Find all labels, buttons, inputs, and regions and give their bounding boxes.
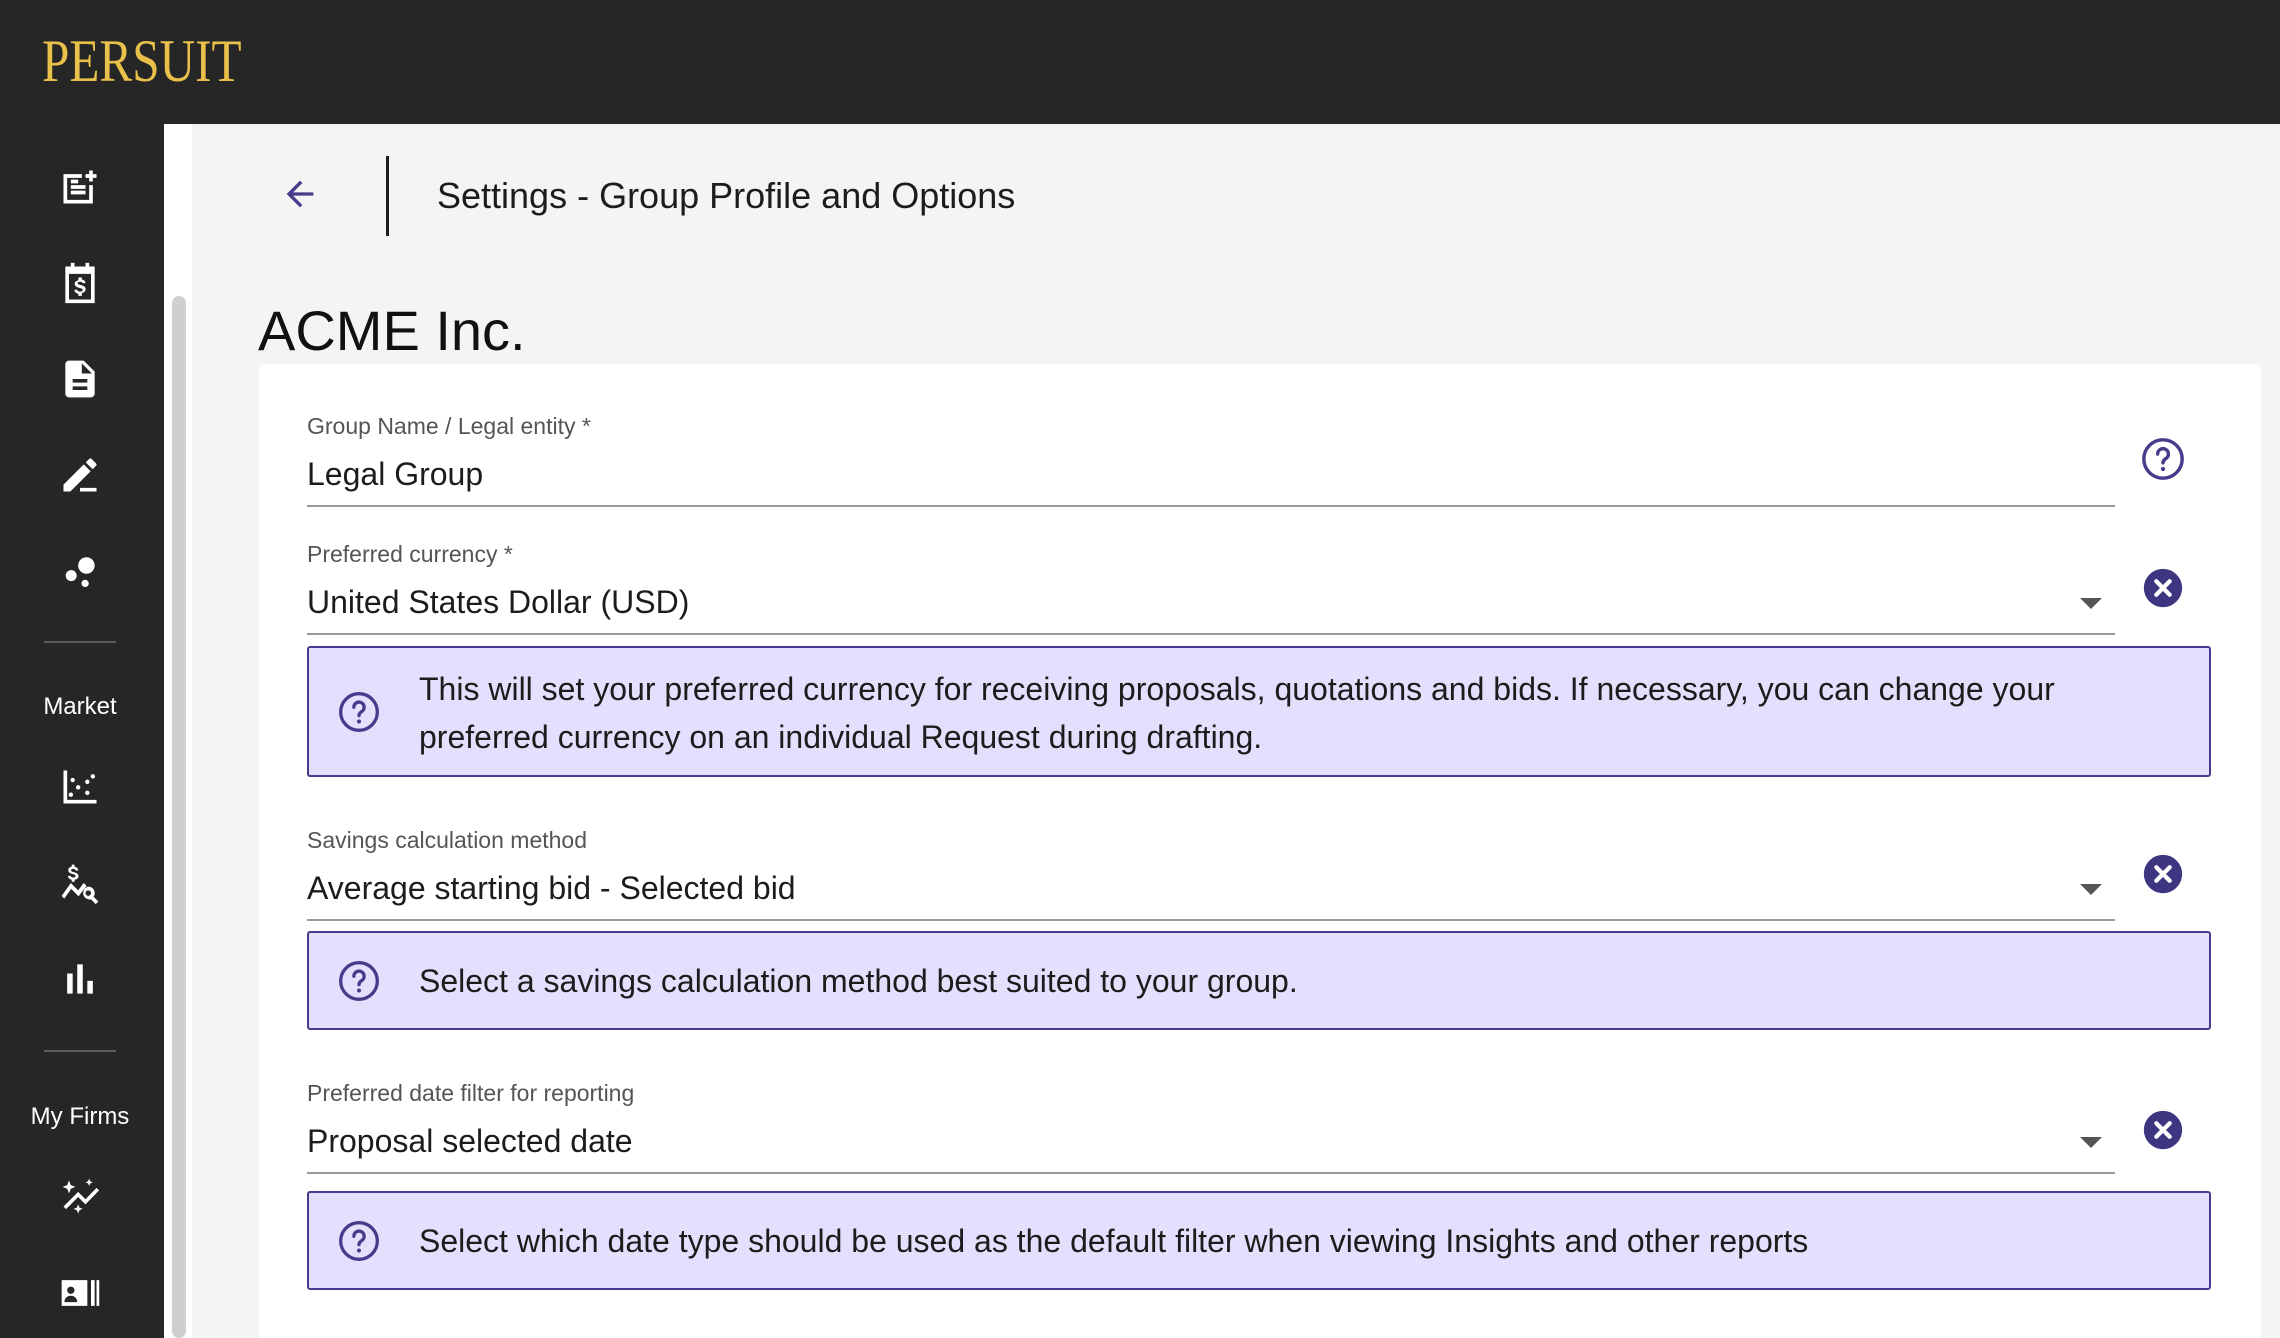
back-button[interactable] bbox=[272, 166, 328, 222]
header-divider bbox=[386, 156, 389, 236]
savings-method-label: Savings calculation method bbox=[307, 827, 587, 853]
date-filter-info-box: Select which date type should be used as… bbox=[307, 1191, 2211, 1290]
currency-info-box: This will set your preferred currency fo… bbox=[307, 646, 2211, 777]
clear-circle-icon[interactable] bbox=[2140, 851, 2186, 897]
preferred-currency-select[interactable]: United States Dollar (USD) bbox=[307, 582, 689, 622]
new-request-icon[interactable] bbox=[52, 159, 108, 215]
page-title: Settings - Group Profile and Options bbox=[437, 175, 1016, 216]
scrollbar-thumb[interactable] bbox=[172, 296, 186, 1338]
document-icon[interactable] bbox=[52, 351, 108, 407]
savings-method-underline bbox=[307, 919, 2115, 921]
group-name-label: Group Name / Legal entity * bbox=[307, 413, 591, 439]
sidebar-divider bbox=[44, 1050, 116, 1052]
sidebar-nav: Market My Firms bbox=[0, 124, 164, 1338]
date-filter-underline bbox=[307, 1172, 2115, 1174]
help-circle-icon[interactable] bbox=[2140, 436, 2186, 482]
date-filter-select[interactable]: Proposal selected date bbox=[307, 1121, 633, 1161]
insights-icon[interactable] bbox=[52, 1169, 108, 1225]
savings-method-select[interactable]: Average starting bid - Selected bid bbox=[307, 868, 796, 908]
preferred-currency-underline bbox=[307, 633, 2115, 635]
date-filter-label: Preferred date filter for reporting bbox=[307, 1080, 635, 1106]
chevron-down-icon[interactable] bbox=[2080, 884, 2102, 895]
chevron-down-icon[interactable] bbox=[2080, 1137, 2102, 1148]
billing-calendar-icon[interactable] bbox=[52, 255, 108, 311]
price-search-icon[interactable] bbox=[52, 855, 108, 911]
date-filter-info-text: Select which date type should be used as… bbox=[419, 1223, 1809, 1259]
clear-circle-icon[interactable] bbox=[2140, 1107, 2186, 1153]
edit-icon[interactable] bbox=[52, 447, 108, 503]
savings-info-text: Select a savings calculation method best… bbox=[419, 963, 1298, 999]
firm-card-icon[interactable] bbox=[52, 1265, 108, 1321]
savings-info-box: Select a savings calculation method best… bbox=[307, 931, 2211, 1030]
preferred-currency-label: Preferred currency * bbox=[307, 541, 513, 567]
organization-name: ACME Inc. bbox=[258, 299, 526, 362]
help-circle-icon bbox=[337, 1219, 381, 1263]
clear-circle-icon[interactable] bbox=[2140, 565, 2186, 611]
currency-info-text: This will set your preferred currency fo… bbox=[419, 671, 2055, 755]
bubbles-icon[interactable] bbox=[52, 543, 108, 599]
arrow-back-icon bbox=[286, 180, 314, 208]
group-name-underline bbox=[307, 505, 2115, 507]
help-circle-icon bbox=[337, 959, 381, 1003]
bar-chart-icon[interactable] bbox=[52, 951, 108, 1007]
scatter-chart-icon[interactable] bbox=[52, 759, 108, 815]
chevron-down-icon[interactable] bbox=[2080, 598, 2102, 609]
sidebar-divider bbox=[44, 641, 116, 643]
top-bar: PERSUIT bbox=[0, 0, 2280, 124]
help-circle-icon bbox=[337, 690, 381, 734]
group-name-input[interactable]: Legal Group bbox=[307, 454, 483, 494]
sidebar-section-my-firms: My Firms bbox=[30, 1103, 130, 1130]
persuit-logo[interactable]: PERSUIT bbox=[42, 28, 242, 94]
sidebar-section-market: Market bbox=[43, 693, 117, 720]
